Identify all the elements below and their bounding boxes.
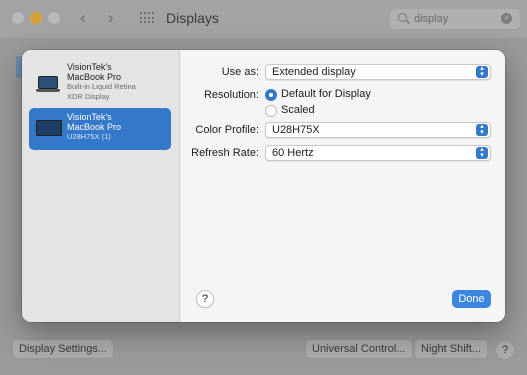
use-as-popup[interactable]: Extended display ▴ ▾: [265, 64, 491, 80]
refresh-rate-popup[interactable]: 60 Hertz ▴ ▾: [265, 145, 491, 161]
display-subtitle: Built-in Liquid Retina: [67, 82, 136, 91]
display-list-sidebar: VisionTek's MacBook Pro Built-in Liquid …: [22, 50, 180, 322]
help-button[interactable]: ?: [196, 290, 214, 308]
minimize-window-button[interactable]: [30, 12, 42, 24]
window-title: Displays: [166, 10, 219, 26]
radio-label: Default for Display: [281, 88, 371, 100]
refresh-rate-label: Refresh Rate:: [191, 147, 259, 159]
display-item-external[interactable]: VisionTek's MacBook Pro U28H75X (1): [29, 108, 171, 150]
back-arrow-icon[interactable]: ‹: [80, 9, 86, 27]
forward-arrow-icon[interactable]: ›: [108, 9, 114, 27]
color-profile-label: Color Profile:: [195, 124, 259, 136]
show-all-grid-icon[interactable]: [140, 12, 154, 24]
refresh-rate-value: 60 Hertz: [272, 147, 314, 159]
chevron-updown-icon: ▴ ▾: [476, 123, 488, 136]
chevron-updown-icon: ▴ ▾: [476, 146, 488, 159]
clear-search-icon[interactable]: ×: [501, 13, 512, 24]
display-name: MacBook Pro: [67, 72, 122, 82]
search-field[interactable]: display ×: [390, 9, 520, 29]
chevron-updown-icon: ▴ ▾: [476, 65, 488, 78]
monitor-icon: [36, 120, 62, 136]
radio-label: Scaled: [281, 104, 315, 116]
zoom-window-button[interactable]: [48, 12, 60, 24]
display-settings-sheet: VisionTek's MacBook Pro Built-in Liquid …: [22, 50, 505, 322]
background-help-button[interactable]: ?: [495, 340, 515, 360]
close-window-button[interactable]: [12, 12, 24, 24]
resolution-label: Resolution:: [203, 89, 259, 101]
display-settings-panel: Use as: Extended display ▴ ▾ Resolution: …: [181, 50, 505, 322]
search-icon: [398, 13, 407, 22]
universal-control-button[interactable]: Universal Control...: [305, 339, 413, 359]
display-item-builtin[interactable]: VisionTek's MacBook Pro Built-in Liquid …: [29, 58, 171, 108]
radio-selected-icon[interactable]: [265, 89, 277, 101]
display-settings-button[interactable]: Display Settings...: [12, 339, 115, 359]
night-shift-button[interactable]: Night Shift...: [414, 339, 488, 359]
laptop-icon: [36, 76, 60, 92]
bottom-button-bar: Display Settings... Universal Control...…: [0, 332, 527, 375]
display-subtitle: U28H75X (1): [67, 132, 111, 141]
radio-unselected-icon[interactable]: [265, 105, 277, 117]
display-name: MacBook Pro: [67, 122, 122, 132]
done-button[interactable]: Done: [452, 290, 491, 308]
display-name: VisionTek's: [67, 62, 112, 72]
use-as-label: Use as:: [221, 66, 259, 78]
title-bar: ‹ › Displays display ×: [0, 0, 527, 38]
display-name: VisionTek's: [67, 112, 112, 122]
use-as-value: Extended display: [272, 66, 356, 78]
display-subtitle: XDR Display: [67, 92, 110, 101]
search-input[interactable]: display: [414, 13, 448, 25]
color-profile-value: U28H75X: [272, 124, 320, 136]
color-profile-popup[interactable]: U28H75X ▴ ▾: [265, 122, 491, 138]
